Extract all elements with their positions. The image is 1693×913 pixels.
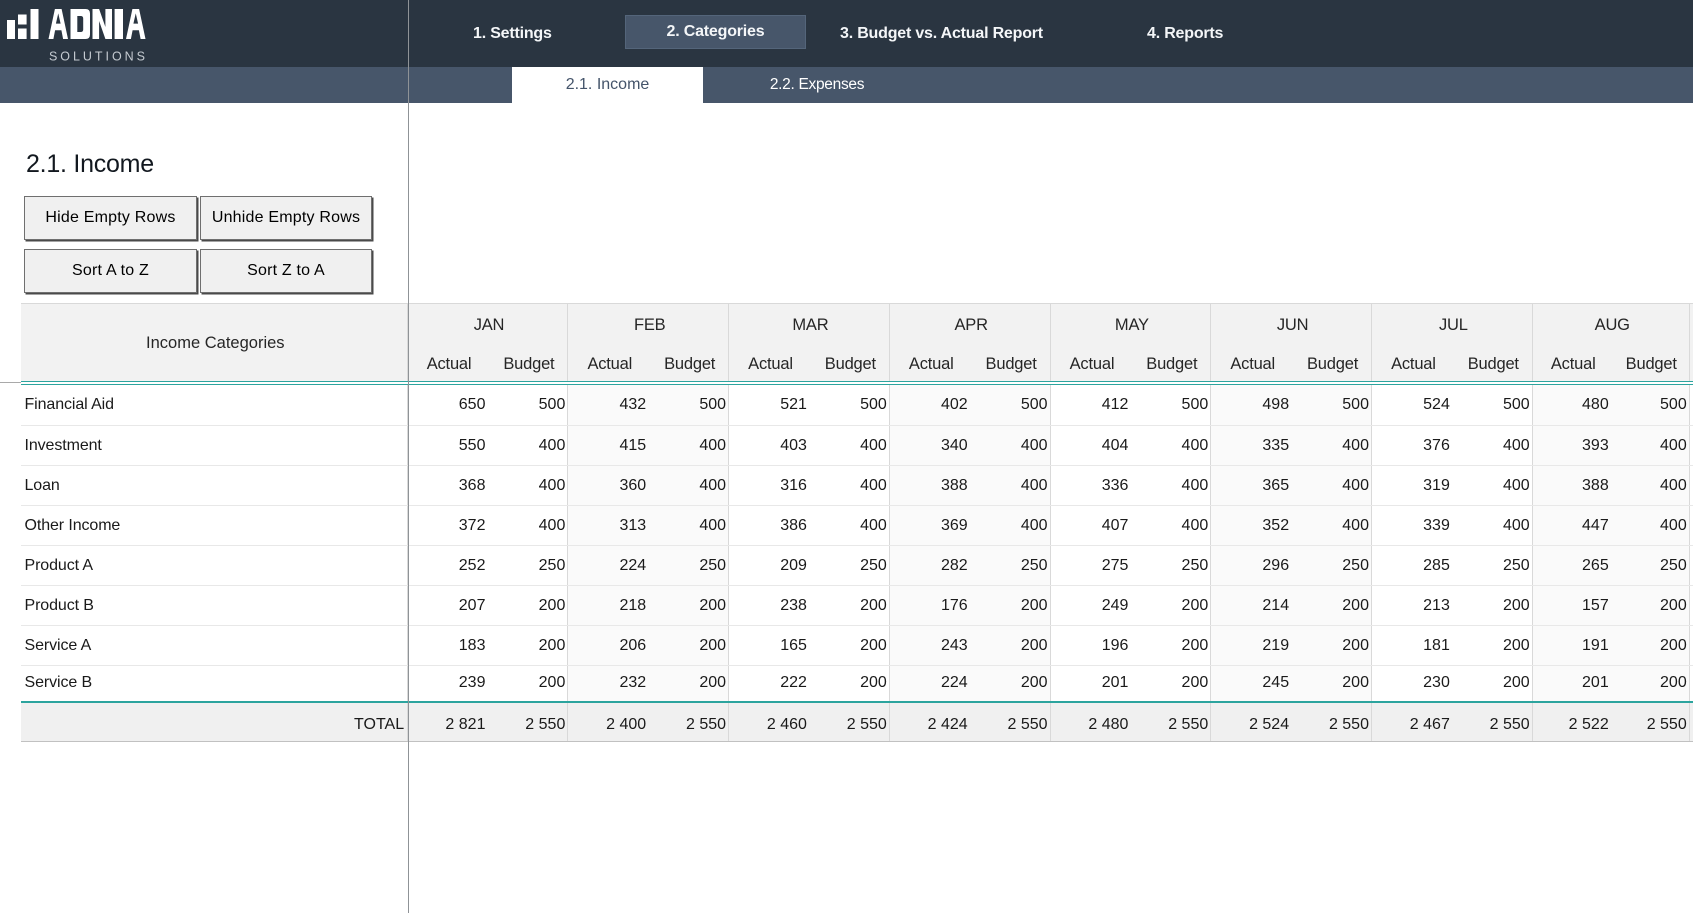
svg-text:SOLUTIONS: SOLUTIONS bbox=[49, 50, 145, 64]
